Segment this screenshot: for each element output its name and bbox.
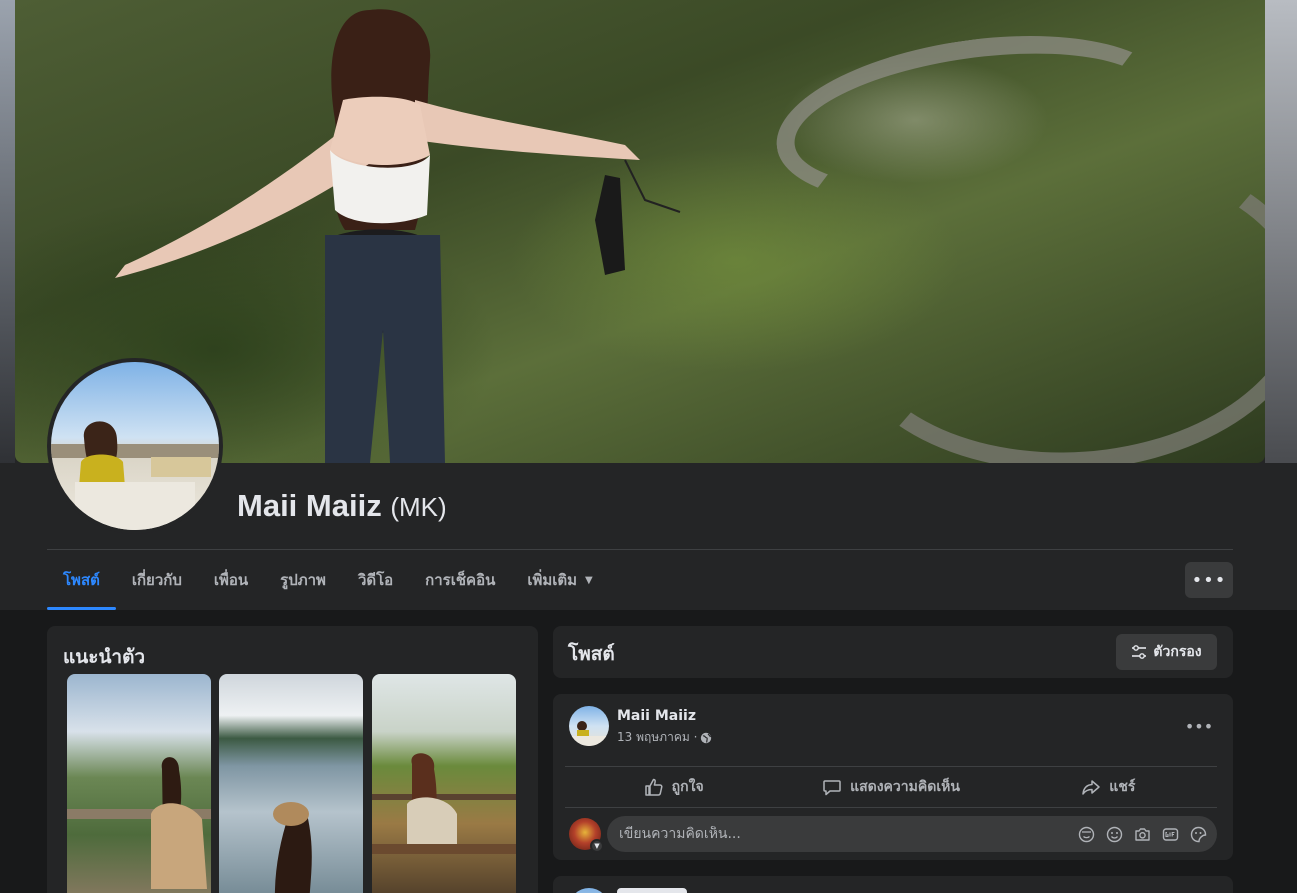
ellipsis-icon: ••• (1184, 716, 1214, 736)
tab-about-label: เกี่ยวกับ (131, 571, 182, 589)
profile-name: Maii Maiiz (MK) (237, 488, 447, 524)
profile-picture-image (51, 421, 219, 530)
post-divider (565, 807, 1217, 808)
tab-posts[interactable]: โพสต์ (47, 550, 116, 610)
featured-photo-1[interactable] (67, 674, 211, 893)
cover-edge-left (0, 0, 15, 463)
tab-more-label: เพิ่มเติม (527, 571, 578, 589)
avatar-sticker-icon[interactable] (1077, 825, 1095, 843)
comment-composer (607, 816, 1217, 852)
post-card: Maii Maiiz 13 พฤษภาคม · ••• ถูกใจ แสดงคว… (553, 694, 1233, 860)
tab-friends[interactable]: เพื่อน (198, 550, 264, 610)
post-divider (565, 766, 1217, 767)
featured-photo-3[interactable] (372, 674, 516, 893)
cover-edge-right (1265, 0, 1297, 463)
profile-header: Maii Maiiz (MK) โพสต์ เกี่ยวกับ เพื่อน ร… (0, 0, 1297, 610)
comment-bubble-icon (822, 777, 842, 797)
next-post-author-placeholder[interactable] (617, 888, 687, 893)
tab-videos[interactable]: วิดีโอ (342, 550, 409, 610)
post-author-name[interactable]: Maii Maiiz (617, 708, 696, 724)
share-button[interactable]: แชร์ (1000, 768, 1217, 806)
thumbs-up-icon (644, 777, 664, 797)
globe-icon (700, 732, 712, 744)
post-options-button[interactable]: ••• (1181, 708, 1217, 744)
emoji-icon[interactable] (1105, 825, 1123, 843)
ellipsis-icon: ••• (1191, 569, 1227, 591)
comment-input[interactable] (619, 826, 1077, 842)
sticker-icon[interactable] (1189, 825, 1207, 843)
comment-tools (1077, 825, 1217, 843)
tab-friends-label: เพื่อน (213, 571, 249, 589)
profile-name-text: Maii Maiiz (237, 488, 382, 523)
next-post-avatar[interactable] (569, 888, 609, 893)
intro-title: แนะนำตัว (63, 646, 146, 668)
caret-down-icon: ▼ (585, 574, 593, 586)
featured-photo-1-image (67, 757, 211, 889)
featured-photo-3-image (372, 753, 516, 854)
tab-about[interactable]: เกี่ยวกับ (116, 550, 198, 610)
like-label: ถูกใจ (671, 779, 704, 795)
tab-posts-label: โพสต์ (63, 571, 100, 589)
posts-header-card: โพสต์ ตัวกรอง (553, 626, 1233, 678)
filter-label: ตัวกรอง (1153, 644, 1202, 660)
post-date[interactable]: 13 พฤษภาคม · (617, 728, 697, 747)
tab-photos[interactable]: รูปภาพ (264, 550, 342, 610)
sliders-icon (1131, 644, 1147, 660)
filter-button[interactable]: ตัวกรอง (1116, 634, 1217, 670)
chevron-down-icon[interactable]: ▼ (590, 839, 604, 853)
camera-icon[interactable] (1133, 825, 1151, 843)
featured-photo-2-image (273, 802, 312, 893)
next-post-card (553, 876, 1233, 893)
profile-alt-name: (MK) (390, 492, 447, 522)
profile-picture[interactable] (47, 358, 223, 534)
tab-checkins-label: การเช็คอิน (425, 571, 496, 589)
profile-more-button[interactable]: ••• (1185, 562, 1233, 598)
tab-videos-label: วิดีโอ (357, 571, 394, 589)
like-button[interactable]: ถูกใจ (565, 768, 782, 806)
tab-more[interactable]: เพิ่มเติม ▼ (511, 550, 608, 610)
intro-card: แนะนำตัว (47, 626, 538, 893)
current-user-avatar[interactable]: ▼ (569, 818, 604, 853)
gif-icon[interactable] (1161, 825, 1179, 843)
tab-checkins[interactable]: การเช็คอิน (409, 550, 511, 610)
share-arrow-icon (1081, 777, 1101, 797)
post-meta: 13 พฤษภาคม · (617, 728, 712, 747)
post-author-avatar[interactable] (569, 706, 609, 746)
profile-tabs: โพสต์ เกี่ยวกับ เพื่อน รูปภาพ วิดีโอ การ… (47, 550, 609, 610)
tab-photos-label: รูปภาพ (280, 571, 326, 589)
featured-photo-2[interactable] (219, 674, 363, 893)
posts-title: โพสต์ (568, 643, 615, 665)
share-label: แชร์ (1109, 779, 1136, 795)
post-actions: ถูกใจ แสดงความคิดเห็น แชร์ (565, 768, 1217, 806)
comment-button[interactable]: แสดงความคิดเห็น (782, 768, 999, 806)
comment-label: แสดงความคิดเห็น (850, 779, 960, 795)
